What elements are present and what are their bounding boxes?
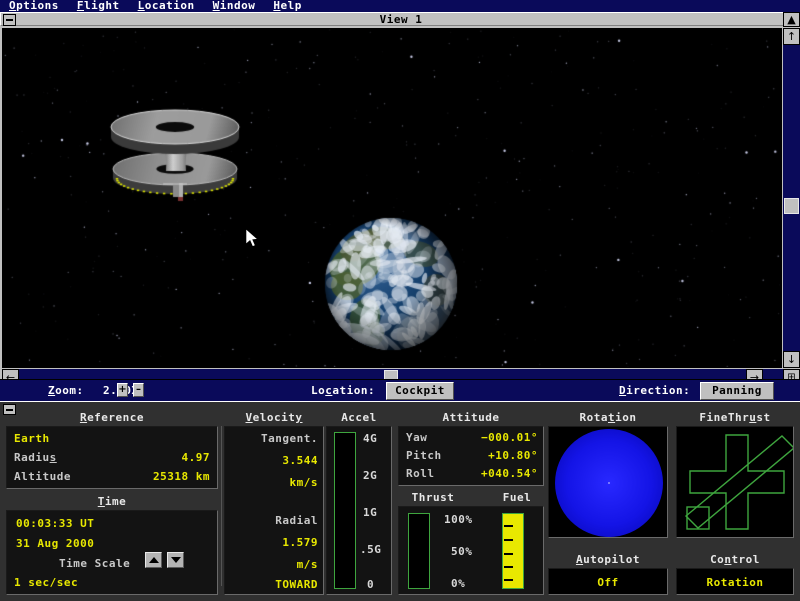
- accel-gauge: [334, 432, 356, 589]
- reference-altitude-value: 25318 km: [153, 470, 210, 483]
- fuel-tick: [504, 579, 513, 581]
- zoom-out-button[interactable]: –: [133, 383, 144, 397]
- autopilot-title: Autopilot: [575, 553, 641, 566]
- view-window: View 1 ▲ ↑ ↓ ← → ⊞: [0, 12, 800, 385]
- fuel-tick: [504, 525, 513, 527]
- location-value[interactable]: Cockpit: [386, 382, 454, 400]
- status-bar: Zoom: 2.00X + – Location: Cockpit Direct…: [0, 379, 800, 401]
- velocity-radial-label: Radial: [275, 514, 318, 527]
- accel-title: Accel: [341, 411, 377, 424]
- rotation-ball-display[interactable]: [548, 426, 668, 538]
- scroll-up-button[interactable]: ↑: [783, 28, 800, 45]
- control-group: Control Rotation: [676, 553, 794, 595]
- menu-item-location[interactable]: Location: [129, 0, 204, 12]
- accel-mark-2g: 2G: [363, 469, 378, 482]
- menu-item-flight[interactable]: Flight: [68, 0, 129, 12]
- spinner-up-icon: [148, 557, 159, 563]
- fine-thrust-cross-icon: [684, 434, 793, 530]
- attitude-pitch-value: +10.80°: [488, 449, 538, 462]
- time-group: Time 00:03:33 UT 31 Aug 2000 Time Scale …: [6, 495, 218, 595]
- finethrust-display[interactable]: [676, 426, 794, 538]
- velocity-title: Velocity: [245, 411, 303, 424]
- velocity-radial-direction: TOWARD: [275, 578, 318, 591]
- velocity-tangent-label: Tangent.: [261, 432, 318, 445]
- direction-label: Direction:: [619, 384, 691, 397]
- zoom-in-button[interactable]: +: [117, 383, 128, 397]
- attitude-pitch-label: Pitch: [406, 449, 442, 462]
- application-window: Options Flight Location Window Help View…: [0, 0, 800, 601]
- scroll-top-button[interactable]: ▲: [783, 12, 800, 27]
- finethrust-group: FineThrust: [676, 411, 794, 551]
- fuel-tick: [504, 566, 513, 568]
- fuel-tick: [504, 539, 513, 541]
- thrust-mark-50: 50%: [451, 545, 473, 558]
- attitude-roll-value: +040.54°: [481, 467, 538, 480]
- time-title: Time: [97, 495, 127, 508]
- minimize-icon: [6, 19, 13, 21]
- attitude-yaw-value: −000.01°: [481, 431, 538, 444]
- accel-mark-4g: 4G: [363, 432, 378, 445]
- zoom-label: Zoom:: [48, 384, 84, 397]
- velocity-tangent-value: 3.544: [282, 454, 318, 467]
- time-scale-value: 1 sec/sec: [14, 576, 79, 589]
- vertical-scrollbar[interactable]: ▲ ↑ ↓: [783, 12, 800, 368]
- accel-mark-1g: 1G: [363, 506, 378, 519]
- menu-item-options[interactable]: Options: [0, 0, 68, 12]
- thrust-mark-100: 100%: [444, 513, 473, 526]
- accel-mark-05g: .5G: [360, 543, 382, 556]
- attitude-yaw-label: Yaw: [406, 431, 428, 444]
- reference-group: Reference Earth Radius 4.97 Altitude 253…: [6, 411, 218, 493]
- direction-value[interactable]: Panning: [700, 382, 774, 400]
- space-scene[interactable]: [3, 29, 781, 367]
- autopilot-value[interactable]: Off: [548, 568, 668, 595]
- title-bar: View 1: [0, 12, 800, 26]
- thrust-mark-0: 0%: [451, 577, 466, 590]
- menu-bar: Options Flight Location Window Help: [0, 0, 800, 12]
- time-scale-label: Time Scale: [59, 557, 131, 570]
- location-label: Location:: [311, 384, 376, 397]
- space-view-canvas[interactable]: [2, 28, 782, 368]
- thrust-gauge[interactable]: [408, 513, 430, 589]
- rotation-title: Rotation: [579, 411, 637, 424]
- control-value[interactable]: Rotation: [676, 568, 794, 595]
- velocity-radial-value: 1.579: [282, 536, 318, 549]
- menu-item-window[interactable]: Window: [204, 0, 265, 12]
- accel-mark-0: 0: [367, 578, 375, 591]
- autopilot-group: Autopilot Off: [548, 553, 668, 595]
- reference-radius-label: Radius: [14, 451, 57, 464]
- window-title: View 1: [379, 13, 423, 26]
- time-utc: 00:03:33 UT: [16, 517, 95, 530]
- velocity-group: Velocity Tangent. 3.544 km/s Radial 1.57…: [224, 411, 324, 595]
- velocity-tangent-unit: km/s: [289, 476, 318, 489]
- reference-title: Reference: [79, 411, 145, 424]
- control-title: Control: [710, 553, 760, 566]
- menu-item-help[interactable]: Help: [264, 0, 311, 12]
- velocity-radial-unit: m/s: [296, 558, 318, 571]
- finethrust-title: FineThrust: [699, 411, 771, 424]
- panel-divider: [221, 426, 222, 586]
- reference-radius-value: 4.97: [181, 451, 210, 464]
- attitude-title: Attitude: [442, 411, 500, 424]
- minimize-button[interactable]: [3, 14, 16, 26]
- time-scale-up-button[interactable]: [145, 552, 162, 568]
- attitude-roll-label: Roll: [406, 467, 435, 480]
- fuel-gauge: [502, 513, 524, 589]
- rotation-group: Rotation: [548, 411, 668, 551]
- instrument-panel: Reference Earth Radius 4.97 Altitude 253…: [0, 401, 800, 601]
- time-date: 31 Aug 2000: [16, 537, 95, 550]
- reference-altitude-label: Altitude: [14, 470, 71, 483]
- time-scale-down-button[interactable]: [167, 552, 184, 568]
- scroll-down-button[interactable]: ↓: [783, 351, 800, 368]
- thrust-fuel-group: Thrust Fuel 100% 50% 0%: [398, 491, 544, 595]
- vertical-scroll-thumb[interactable]: [784, 198, 799, 214]
- spinner-down-icon: [170, 557, 181, 563]
- ball-center-dot: [608, 482, 610, 484]
- fuel-tick: [504, 553, 513, 555]
- attitude-group: Attitude Yaw −000.01° Pitch +10.80° Roll…: [398, 411, 544, 486]
- reference-object: Earth: [14, 432, 50, 445]
